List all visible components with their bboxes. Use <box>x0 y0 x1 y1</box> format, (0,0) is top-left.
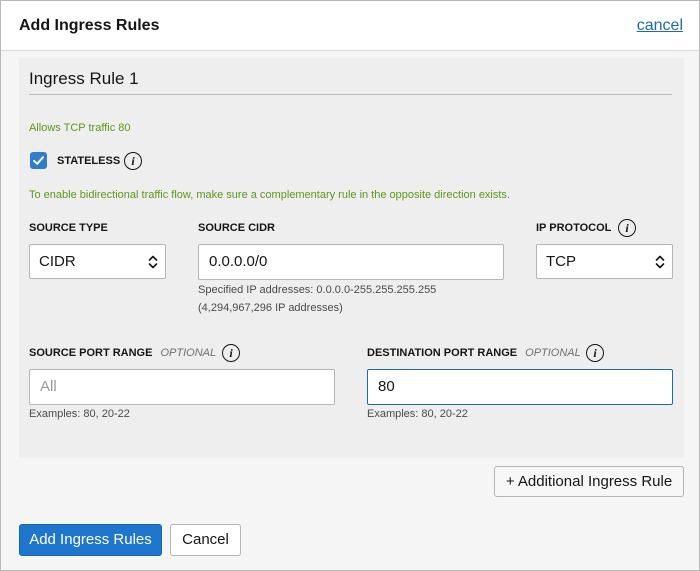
add-ingress-rules-dialog: Add Ingress Rules cancel Ingress Rule 1 … <box>0 0 700 571</box>
stateless-checkbox[interactable] <box>30 152 47 169</box>
rule-divider <box>29 94 672 95</box>
destination-port-range-label-text: DESTINATION PORT RANGE <box>367 347 518 359</box>
ip-protocol-select[interactable]: TCP <box>536 244 673 279</box>
stateless-info-icon[interactable]: i <box>124 152 142 170</box>
ip-protocol-info-icon[interactable]: i <box>618 219 636 237</box>
destination-port-range-optional: OPTIONAL <box>525 347 581 359</box>
rule-description: Allows TCP traffic 80 <box>29 122 131 134</box>
dialog-header: Add Ingress Rules cancel <box>1 1 699 51</box>
additional-ingress-rule-button[interactable]: + Additional Ingress Rule <box>494 466 684 497</box>
destination-port-range-input[interactable]: 80 <box>367 369 673 405</box>
check-icon <box>33 156 44 165</box>
chevron-up-down-icon <box>148 255 158 269</box>
add-ingress-rules-button[interactable]: Add Ingress Rules <box>19 524 162 556</box>
cancel-button[interactable]: Cancel <box>170 524 241 556</box>
source-cidr-help-line2: (4,294,967,296 IP addresses) <box>198 302 343 314</box>
source-port-range-info-icon[interactable]: i <box>222 344 240 362</box>
stateless-label: STATELESS <box>57 155 121 167</box>
cancel-link[interactable]: cancel <box>637 17 683 35</box>
ip-protocol-label: IP PROTOCOL <box>536 222 612 234</box>
destination-port-range-help: Examples: 80, 20-22 <box>367 408 468 420</box>
ip-protocol-value: TCP <box>546 253 576 270</box>
dialog-title: Add Ingress Rules <box>19 17 160 34</box>
source-port-range-label-text: SOURCE PORT RANGE <box>29 347 153 359</box>
source-port-range-help: Examples: 80, 20-22 <box>29 408 130 420</box>
bidirectional-hint: To enable bidirectional traffic flow, ma… <box>29 189 510 201</box>
source-port-range-placeholder: All <box>40 378 57 395</box>
source-port-range-label: SOURCE PORT RANGE OPTIONAL <box>29 347 216 359</box>
source-cidr-label: SOURCE CIDR <box>198 222 276 234</box>
chevron-up-down-icon <box>655 255 665 269</box>
source-cidr-input[interactable]: 0.0.0.0/0 <box>198 244 504 280</box>
destination-port-range-value: 80 <box>378 378 395 395</box>
source-type-select[interactable]: CIDR <box>29 244 166 279</box>
rule-title: Ingress Rule 1 <box>29 69 139 88</box>
ingress-rule-panel: Ingress Rule 1 Allows TCP traffic 80 STA… <box>19 58 684 458</box>
source-port-range-input[interactable]: All <box>29 369 335 405</box>
source-port-range-optional: OPTIONAL <box>160 347 217 359</box>
destination-port-range-label: DESTINATION PORT RANGE OPTIONAL <box>367 347 581 359</box>
source-cidr-help-line1: Specified IP addresses: 0.0.0.0-255.255.… <box>198 284 437 296</box>
source-cidr-value: 0.0.0.0/0 <box>209 253 268 270</box>
source-type-value: CIDR <box>39 253 76 270</box>
destination-port-range-info-icon[interactable]: i <box>586 344 604 362</box>
source-type-label: SOURCE TYPE <box>29 222 108 234</box>
